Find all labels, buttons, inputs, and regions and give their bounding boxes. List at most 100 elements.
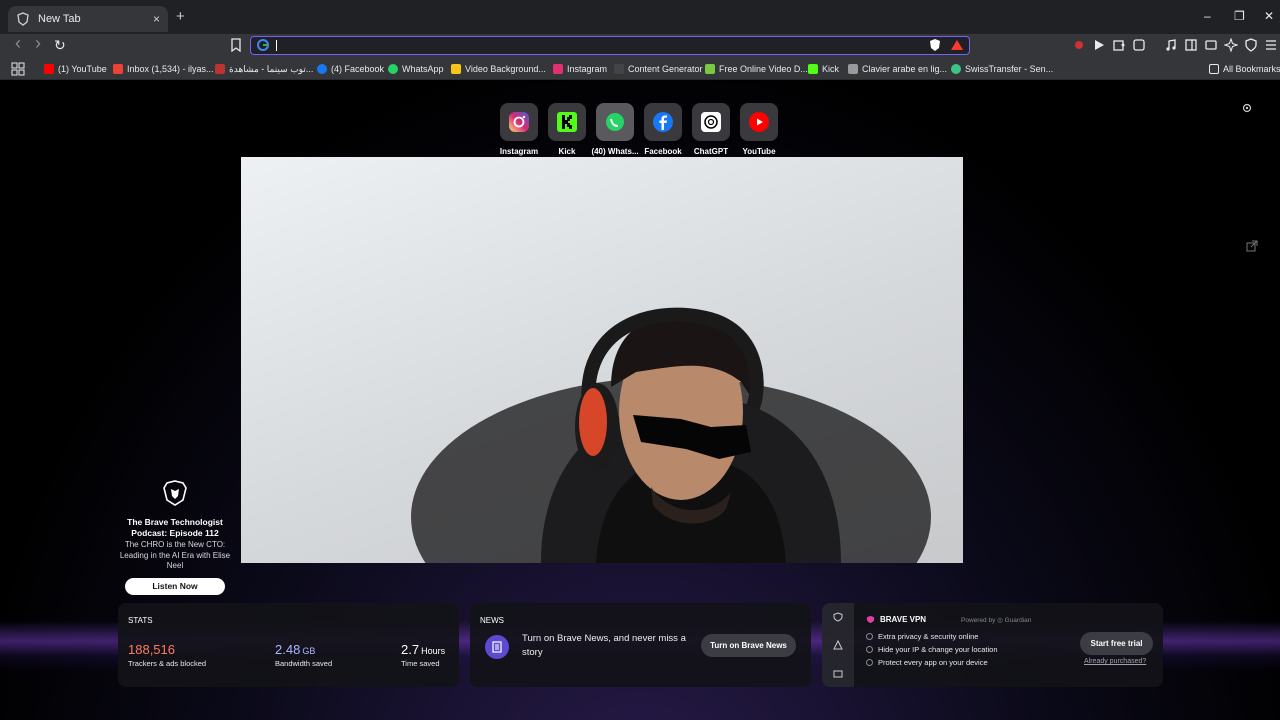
restore-button[interactable]: ❐ bbox=[1234, 9, 1245, 23]
leo-ai-icon[interactable] bbox=[1224, 38, 1238, 52]
apps-grid-icon[interactable] bbox=[11, 62, 25, 76]
person-with-headset-image bbox=[411, 307, 931, 563]
tile-box bbox=[500, 103, 538, 141]
external-link-icon[interactable] bbox=[1246, 240, 1258, 252]
bandwidth-saved-label: Bandwidth saved bbox=[275, 659, 333, 668]
content-generator-icon bbox=[614, 64, 624, 74]
bookmark-gmail[interactable]: Inbox (1,534) - ilyas... bbox=[113, 62, 214, 76]
trackers-blocked-value: 188,516 bbox=[128, 642, 175, 657]
whatsapp-icon bbox=[388, 64, 398, 74]
topcinema-icon bbox=[215, 64, 225, 74]
podcast-description: The CHRO is the New CTO: Leading in the … bbox=[119, 540, 231, 570]
start-free-trial-button[interactable]: Start free trial bbox=[1080, 632, 1153, 655]
back-button[interactable]: ‹ bbox=[15, 33, 21, 54]
window-close-button[interactable]: ✕ bbox=[1264, 9, 1274, 23]
news-header: NEWS bbox=[480, 616, 504, 625]
bookmark-whatsapp[interactable]: WhatsApp bbox=[388, 62, 444, 76]
bookmark-swisstransfer[interactable]: SwissTransfer - Sen... bbox=[951, 62, 1053, 76]
bookmark-youtube[interactable]: (1) YouTube bbox=[44, 62, 107, 76]
music-icon[interactable] bbox=[1164, 38, 1178, 52]
top-site-facebook[interactable]: Facebook bbox=[644, 103, 682, 156]
forward-button[interactable]: › bbox=[35, 33, 41, 54]
address-bar[interactable] bbox=[250, 36, 970, 55]
record-extension-icon[interactable] bbox=[1072, 38, 1086, 52]
bookmark-instagram[interactable]: Instagram bbox=[553, 62, 607, 76]
turn-on-news-button[interactable]: Turn on Brave News bbox=[701, 634, 796, 657]
brave-shield-icon bbox=[17, 12, 29, 26]
shield-icon[interactable] bbox=[833, 612, 843, 622]
top-sites: Instagram Kick (40) Whats... Facebook Ch… bbox=[500, 103, 778, 156]
gmail-icon bbox=[113, 64, 123, 74]
top-site-instagram[interactable]: Instagram bbox=[500, 103, 538, 156]
settings-gear-icon[interactable] bbox=[1241, 102, 1253, 114]
folder-icon bbox=[1209, 64, 1219, 74]
tile-box bbox=[692, 103, 730, 141]
check-icon bbox=[866, 646, 873, 653]
tab-title: New Tab bbox=[38, 13, 81, 25]
bookmark-video-background[interactable]: Video Background... bbox=[451, 62, 546, 76]
stats-header: STATS bbox=[128, 616, 153, 625]
bookmark-clavier-arabe[interactable]: Clavier arabe en lig... bbox=[848, 62, 947, 76]
swisstransfer-icon bbox=[951, 64, 961, 74]
news-promo-text: Turn on Brave News, and never miss a sto… bbox=[522, 633, 686, 658]
text-caret bbox=[276, 40, 277, 51]
listen-now-button[interactable]: Listen Now bbox=[125, 577, 225, 595]
partner-name: Guardian bbox=[1004, 617, 1032, 624]
rewards-triangle-icon[interactable] bbox=[833, 640, 843, 650]
screenshot-icon[interactable] bbox=[1132, 38, 1146, 52]
top-site-chatgpt[interactable]: ChatGPT bbox=[692, 103, 730, 156]
card-wallet-icon[interactable] bbox=[833, 669, 843, 679]
tile-box bbox=[548, 103, 586, 141]
brave-lion-icon bbox=[163, 480, 187, 506]
brave-shields-icon[interactable] bbox=[928, 38, 942, 52]
podcast-title: The Brave Technologist Podcast: Episode … bbox=[127, 517, 223, 538]
facebook-icon bbox=[653, 112, 673, 132]
kick-icon bbox=[557, 112, 577, 132]
bookmark-facebook[interactable]: (4) Facebook bbox=[317, 62, 384, 76]
chatgpt-icon bbox=[701, 112, 721, 132]
tile-box bbox=[644, 103, 682, 141]
bookmark-kick[interactable]: Kick bbox=[808, 62, 839, 76]
minimize-button[interactable]: – bbox=[1204, 9, 1211, 23]
tab-close-icon[interactable]: × bbox=[153, 12, 160, 26]
trackers-blocked-label: Trackers & ads blocked bbox=[128, 659, 207, 668]
tab-new-tab[interactable]: New Tab × bbox=[8, 6, 168, 32]
all-bookmarks-button[interactable]: All Bookmarks bbox=[1209, 62, 1280, 76]
tile-box bbox=[740, 103, 778, 141]
time-saved-value: 2.7 Hours bbox=[401, 642, 445, 657]
sidebar-icon[interactable] bbox=[1184, 38, 1198, 52]
extensions-puzzle-icon[interactable] bbox=[1112, 38, 1126, 52]
podcast-promo: The Brave Technologist Podcast: Episode … bbox=[117, 480, 233, 595]
top-site-kick[interactable]: Kick bbox=[548, 103, 586, 156]
top-site-whatsapp[interactable]: (40) Whats... bbox=[591, 103, 639, 156]
stats-card: STATS 188,516 Trackers & ads blocked 2.4… bbox=[118, 603, 459, 687]
address-input[interactable] bbox=[275, 38, 915, 52]
youtube-icon bbox=[44, 64, 54, 74]
instagram-icon bbox=[553, 64, 563, 74]
vpn-feature: Hide your IP & change your location bbox=[866, 645, 998, 654]
reload-button[interactable]: ↻ bbox=[54, 37, 66, 54]
menu-icon[interactable] bbox=[1264, 38, 1278, 52]
vpn-icon[interactable] bbox=[1244, 38, 1258, 52]
facebook-icon bbox=[317, 64, 327, 74]
already-purchased-link[interactable]: Already purchased? bbox=[1084, 658, 1146, 665]
newspaper-icon bbox=[492, 641, 502, 653]
new-tab-button[interactable]: + bbox=[176, 8, 185, 25]
download-arrow-icon bbox=[705, 64, 715, 74]
brave-rewards-icon[interactable] bbox=[950, 38, 964, 52]
youtube-icon bbox=[749, 112, 769, 132]
bookmark-content-generator[interactable]: Content Generator bbox=[614, 62, 703, 76]
play-extension-icon[interactable] bbox=[1092, 38, 1106, 52]
bookmark-icon[interactable] bbox=[229, 38, 243, 52]
vpn-powered-by: Powered by ◎ Guardian bbox=[961, 616, 1031, 624]
vpn-feature: Protect every app on your device bbox=[866, 658, 988, 667]
top-site-youtube[interactable]: YouTube bbox=[740, 103, 778, 156]
bookmark-topcinema[interactable]: توب سينما - مشاهدة... bbox=[215, 62, 313, 76]
video-background-icon bbox=[451, 64, 461, 74]
wallet-icon[interactable] bbox=[1204, 38, 1218, 52]
top-site-label: YouTube bbox=[742, 147, 776, 156]
feature-text: Hide your IP & change your location bbox=[878, 645, 998, 654]
bookmark-free-online-video[interactable]: Free Online Video D... bbox=[705, 62, 808, 76]
bandwidth-unit: GB bbox=[302, 646, 316, 656]
check-icon bbox=[866, 633, 873, 640]
